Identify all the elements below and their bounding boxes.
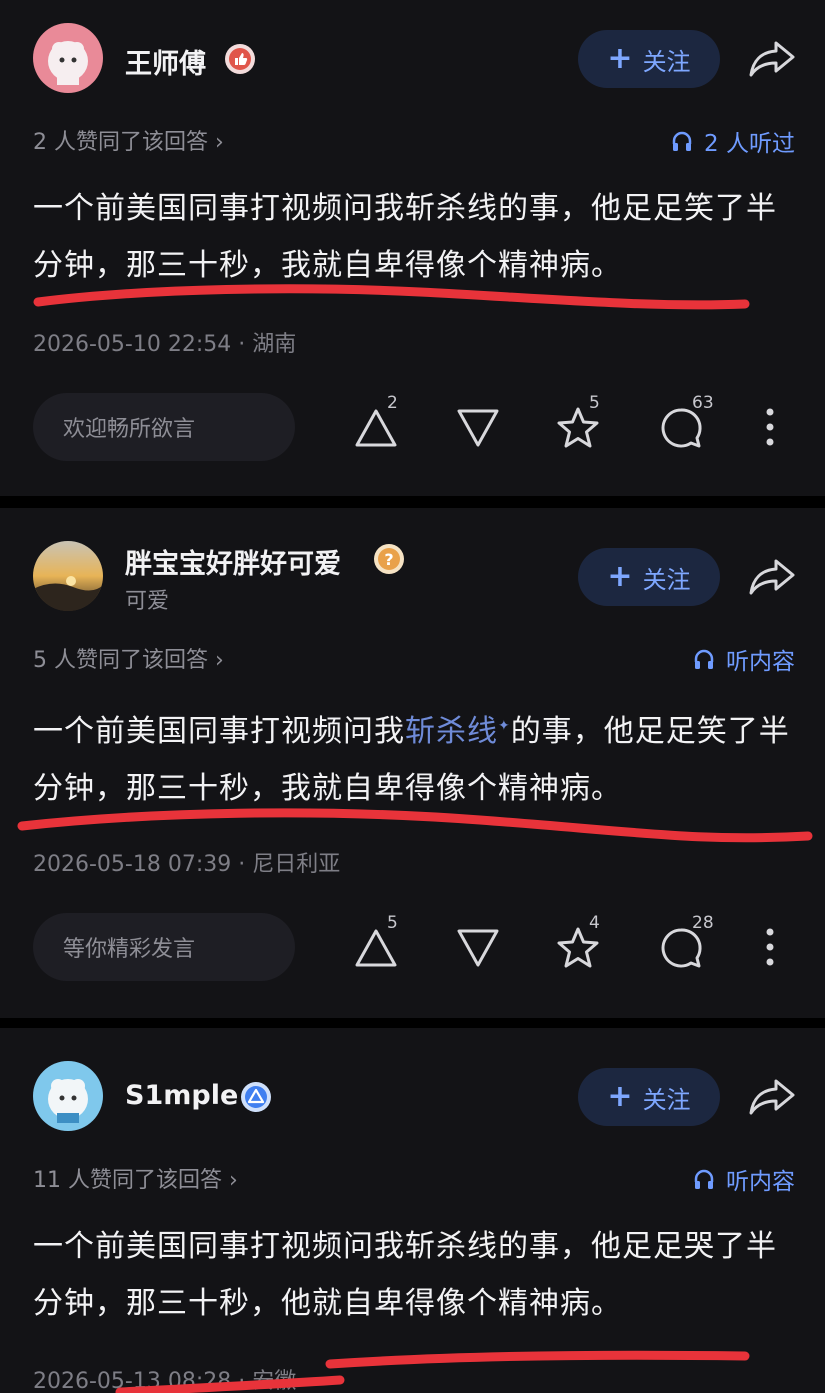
headphones-icon	[694, 1169, 714, 1189]
comment-count: 28	[692, 913, 714, 933]
follow-label: 关注	[642, 1085, 691, 1114]
favorite-button[interactable]: 4	[555, 913, 605, 975]
content-text: 一个前美国同事打视频问我斩杀线的事，他足足哭了半分钟，那三十秒，他就自卑得像个精…	[33, 1229, 777, 1321]
downvote-button[interactable]	[455, 405, 505, 455]
more-options-icon[interactable]	[760, 404, 780, 450]
upvote-count: 2	[387, 393, 398, 413]
sparkle-icon: ✦	[498, 718, 511, 734]
listen-button[interactable]: 2 人听过	[670, 124, 795, 158]
share-icon[interactable]	[748, 39, 796, 79]
listen-button[interactable]: 听内容	[692, 1162, 795, 1196]
blue-triangle-badge-icon	[240, 1081, 272, 1113]
username[interactable]: 王师傅	[125, 42, 206, 81]
listen-label: 听内容	[726, 649, 795, 675]
share-icon[interactable]	[748, 1077, 796, 1117]
username[interactable]: S1mple	[125, 1080, 238, 1111]
triangle-down-icon	[457, 929, 499, 967]
comment-button[interactable]: 28	[658, 913, 714, 975]
answer-content[interactable]: 一个前美国同事打视频问我斩杀线✦的事，他足足笑了半分钟，那三十秒，我就自卑得像个…	[33, 698, 793, 817]
avatar[interactable]	[33, 541, 103, 611]
answer-content[interactable]: 一个前美国同事打视频问我斩杀线的事，他足足哭了半分钟，那三十秒，他就自卑得像个精…	[33, 1218, 793, 1332]
answer-content[interactable]: 一个前美国同事打视频问我斩杀线的事，他足足笑了半分钟，那三十秒，我就自卑得像个精…	[33, 180, 793, 294]
timestamp-location: 2026-05-10 22:54 · 湖南	[33, 332, 297, 357]
follow-label: 关注	[642, 47, 691, 76]
answer-card-1: 王师傅 + 关注 2 人赞同了该回答 › 2 人听过 一个前美国同事打视频问我斩…	[0, 0, 825, 496]
thumbs-up-badge-icon	[224, 43, 256, 75]
comment-input[interactable]: 等你精彩发言	[33, 913, 295, 981]
share-icon[interactable]	[748, 557, 796, 597]
avatar[interactable]	[33, 1061, 103, 1131]
agree-count-link[interactable]: 5 人赞同了该回答 ›	[33, 642, 224, 674]
timestamp-location: 2026-05-18 07:39 · 尼日利亚	[33, 852, 341, 877]
avatar[interactable]	[33, 23, 103, 93]
triangle-down-icon	[457, 409, 499, 447]
listen-button[interactable]: 听内容	[692, 642, 795, 676]
favorite-button[interactable]: 5	[555, 393, 605, 455]
user-subtitle: 可爱	[125, 589, 170, 614]
follow-button[interactable]: + 关注	[578, 1068, 720, 1126]
plus-icon: +	[607, 1079, 633, 1114]
comment-count: 63	[692, 393, 714, 413]
keyword-link[interactable]: 斩杀线✦	[405, 714, 511, 749]
svg-text:?: ?	[384, 550, 393, 569]
downvote-button[interactable]	[455, 925, 505, 975]
headphones-icon	[694, 649, 714, 669]
follow-label: 关注	[642, 565, 691, 594]
timestamp-location: 2026-05-13 08:28 · 安徽	[33, 1369, 297, 1393]
listen-label: 听内容	[726, 1169, 795, 1195]
question-badge-icon: ?	[373, 543, 405, 575]
favorite-count: 4	[589, 913, 600, 933]
headphones-icon	[672, 131, 692, 151]
agree-count-link[interactable]: 2 人赞同了该回答 ›	[33, 124, 224, 156]
follow-button[interactable]: + 关注	[578, 30, 720, 88]
favorite-count: 5	[589, 393, 600, 413]
content-text: 一个前美国同事打视频问我斩杀线的事，他足足笑了半分钟，那三十秒，我就自卑得像个精…	[33, 191, 777, 283]
upvote-button[interactable]: 5	[353, 913, 403, 975]
comment-button[interactable]: 63	[658, 393, 714, 455]
listen-label: 2 人听过	[704, 131, 795, 157]
more-options-icon[interactable]	[760, 924, 780, 970]
comment-input[interactable]: 欢迎畅所欲言	[33, 393, 295, 461]
answer-card-2: 胖宝宝好胖好可爱 ? 可爱 + 关注 5 人赞同了该回答 › 听内容 一个前美国…	[0, 508, 825, 1018]
upvote-button[interactable]: 2	[353, 393, 403, 455]
keyword-text: 斩杀线	[405, 714, 498, 749]
agree-count-link[interactable]: 11 人赞同了该回答 ›	[33, 1162, 238, 1194]
upvote-count: 5	[387, 913, 398, 933]
answer-card-3: S1mple + 关注 11 人赞同了该回答 › 听内容 一个前美国同事打视频问…	[0, 1028, 825, 1393]
plus-icon: +	[607, 559, 633, 594]
plus-icon: +	[607, 41, 633, 76]
content-text: 一个前美国同事打视频问我	[33, 714, 405, 749]
follow-button[interactable]: + 关注	[578, 548, 720, 606]
username[interactable]: 胖宝宝好胖好可爱	[125, 542, 341, 581]
